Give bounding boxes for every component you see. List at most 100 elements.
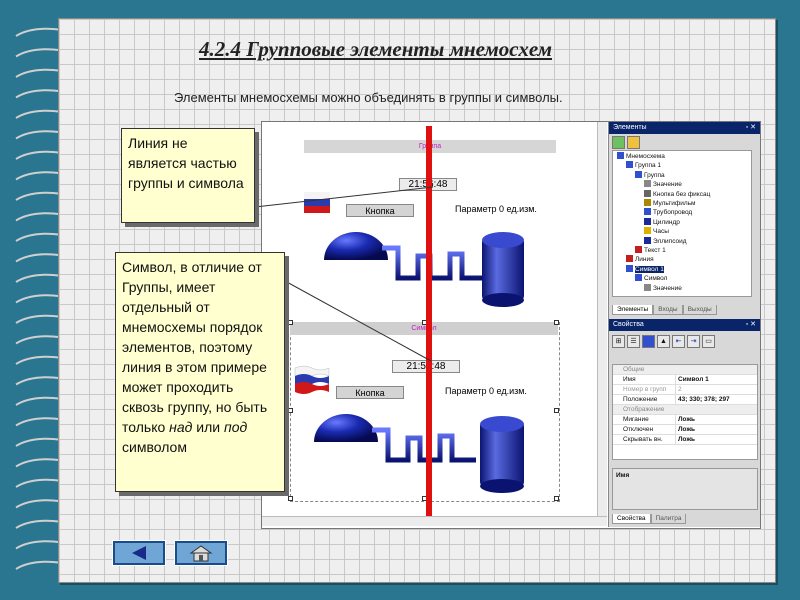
tree-item[interactable]: Текст 1 xyxy=(635,246,666,255)
sort-icon[interactable]: ⊞ xyxy=(612,335,625,348)
elements-tree[interactable]: Мнемосхема Группа 1 Группа Значение Кнопка б… xyxy=(612,150,752,297)
elements-panel-title: Элементы ▫ ✕ xyxy=(609,122,760,134)
tree-item-label: Значение xyxy=(653,284,682,292)
tree-item-label: Линия xyxy=(635,256,654,264)
pipe-icon xyxy=(644,208,651,216)
tree-item-label: Кнопка без фиксац xyxy=(653,190,711,198)
category-icon[interactable]: ☰ xyxy=(627,335,640,348)
property-category[interactable]: Отображение xyxy=(613,405,757,415)
tree-item[interactable]: Значение xyxy=(644,180,682,189)
property-key: Мигание xyxy=(623,416,649,423)
tree-item[interactable]: Кнопка без фиксац xyxy=(644,189,711,199)
tree-item[interactable]: Трубопровод xyxy=(644,208,692,217)
slide-title: 4.2.4 Групповые элементы мнемосхем xyxy=(199,37,553,61)
property-value[interactable]: Ложь xyxy=(675,435,760,444)
tree-item-label: Трубопровод xyxy=(653,209,693,217)
panel-tab[interactable]: Выходы xyxy=(682,305,717,315)
property-value[interactable]: 2 xyxy=(675,385,760,394)
property-value[interactable]: 43; 330; 378; 297 xyxy=(675,395,760,404)
animation-icon xyxy=(644,199,651,206)
tree-item[interactable]: Эллипсоид xyxy=(644,236,687,246)
tree-view-icon[interactable] xyxy=(612,136,625,149)
panel-tab[interactable]: Свойства xyxy=(612,514,651,524)
panel-close-icon[interactable]: ▫ ✕ xyxy=(746,122,756,134)
property-key: Общие xyxy=(623,366,645,373)
home-button[interactable] xyxy=(174,540,228,566)
property-key: Скрывать вн. xyxy=(623,436,663,443)
symbol-icon xyxy=(626,264,633,272)
property-row[interactable]: Номер в групп 2 xyxy=(613,385,757,395)
tree-item[interactable]: Мнемосхема xyxy=(617,152,665,161)
symbol-label: Символ xyxy=(411,325,437,332)
properties-panel-title: Свойства ▫ ✕ xyxy=(609,319,760,331)
property-key: Положение xyxy=(623,396,658,403)
tree-item-label: Значение xyxy=(653,181,682,189)
tree-item[interactable]: Символ xyxy=(635,274,667,283)
bring-front-icon[interactable] xyxy=(642,335,655,348)
selection-handle[interactable] xyxy=(288,496,293,501)
symbol-icon xyxy=(635,274,642,282)
tree-item[interactable]: Значение xyxy=(644,283,682,293)
panel-tab[interactable]: Входы xyxy=(653,305,683,315)
property-description-box: Имя xyxy=(612,468,758,510)
properties-grid[interactable]: Общие Имя Символ 1 Номер в групп 2 Положение 4… xyxy=(612,364,758,460)
window-icon[interactable]: ▭ xyxy=(702,335,715,348)
canvas-vertical-scrollbar[interactable] xyxy=(597,122,607,516)
selection-handle[interactable] xyxy=(554,496,559,501)
symbol-tank-illustration xyxy=(314,414,524,493)
symbol-callout: Символ, в отличие от Группы, имеет отдел… xyxy=(115,252,285,492)
panel-tab[interactable]: Палитра xyxy=(650,514,687,524)
tree-item[interactable]: Цилиндр xyxy=(644,217,680,227)
tree-item[interactable]: Линия xyxy=(626,255,654,264)
property-row[interactable]: Имя Символ 1 xyxy=(613,375,757,385)
tree-item[interactable]: Группа xyxy=(635,170,665,180)
group-icon xyxy=(626,161,633,169)
tree-item-label: Цилиндр xyxy=(653,218,680,226)
tree-item-label: Символ xyxy=(644,275,668,283)
move-up-icon[interactable]: ▲ xyxy=(657,335,670,348)
tree-item[interactable]: Символ 1 xyxy=(626,264,664,274)
flag-icon xyxy=(294,365,330,394)
property-category[interactable]: Общие xyxy=(613,365,757,375)
property-row[interactable]: Мигание Ложь xyxy=(613,415,757,425)
tree-item-label: Группа 1 xyxy=(635,162,662,170)
back-button[interactable] xyxy=(112,540,166,566)
group-button[interactable]: Кнопка xyxy=(346,204,414,217)
property-value[interactable]: Символ 1 xyxy=(675,375,760,384)
selection-handle[interactable] xyxy=(288,408,293,413)
selection-handle[interactable] xyxy=(288,320,293,325)
property-value[interactable]: Ложь xyxy=(675,425,760,434)
red-line[interactable] xyxy=(426,126,432,518)
tree-item[interactable]: Мультифильм xyxy=(644,199,696,208)
slide-page: 4.2.4 Групповые элементы мнемосхем Элеме… xyxy=(58,18,776,583)
property-row[interactable]: Отключен Ложь xyxy=(613,425,757,435)
tree-item-label: Мультифильм xyxy=(653,200,696,207)
selection-handle[interactable] xyxy=(554,320,559,325)
move-right-icon[interactable]: ⇥ xyxy=(687,335,700,348)
selection-handle[interactable] xyxy=(554,408,559,413)
panel-tab[interactable]: Элементы xyxy=(612,305,654,315)
tree-item-label: Эллипсоид xyxy=(653,237,687,245)
home-icon xyxy=(189,545,213,562)
tree-item[interactable]: Группа 1 xyxy=(626,161,661,170)
elements-toolbar xyxy=(609,134,760,150)
tree-item-label: Группа xyxy=(644,171,665,179)
symbol-button[interactable]: Кнопка xyxy=(336,386,404,399)
property-row[interactable]: Положение 43; 330; 378; 297 xyxy=(613,395,757,405)
property-row[interactable]: Скрывать вн. Ложь xyxy=(613,435,757,445)
group-param: Параметр 0 ед.изм. xyxy=(455,204,537,214)
tree-item[interactable]: Часы xyxy=(644,227,669,236)
cylinder-icon xyxy=(644,217,651,225)
properties-view-icon[interactable] xyxy=(627,136,640,149)
editor-screenshot: Группа 21:56:48 Кнопка Параметр 0 ед.изм… xyxy=(261,121,761,529)
move-left-icon[interactable]: ⇤ xyxy=(672,335,685,348)
elements-panel-title-text: Элементы xyxy=(613,124,647,131)
property-value[interactable]: Ложь xyxy=(675,415,760,424)
button-icon xyxy=(644,189,651,197)
property-key: Отключен xyxy=(623,426,654,433)
value-icon xyxy=(644,180,651,188)
mnemo-icon xyxy=(617,152,624,159)
panel-close-icon[interactable]: ▫ ✕ xyxy=(746,319,756,331)
canvas-horizontal-scrollbar[interactable] xyxy=(262,516,607,526)
mnemo-canvas[interactable]: Группа 21:56:48 Кнопка Параметр 0 ед.изм… xyxy=(262,122,607,526)
